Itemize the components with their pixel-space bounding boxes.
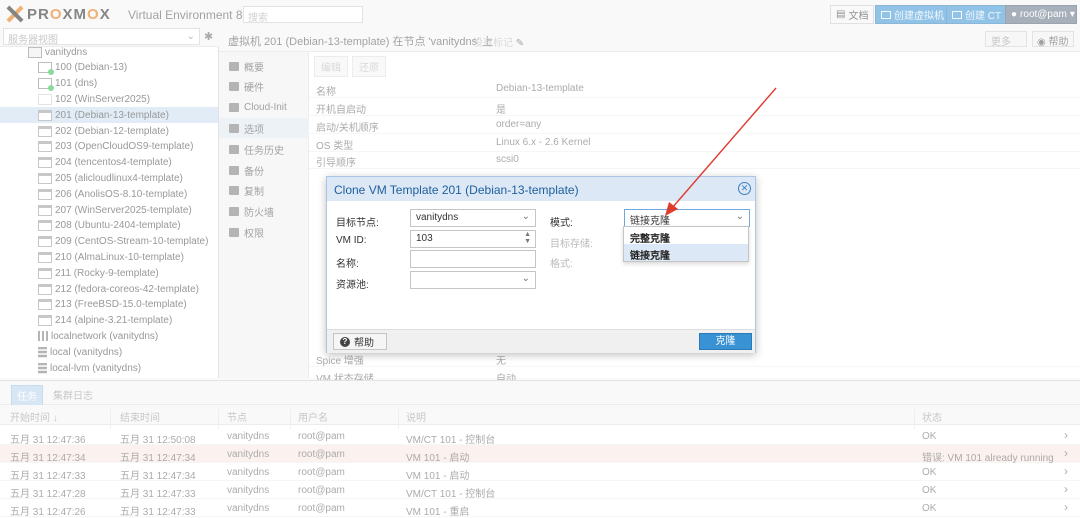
close-icon[interactable]: ✕ xyxy=(738,182,751,195)
target-node-label: 目标节点: xyxy=(336,218,379,229)
target-storage-label: 目标存储: xyxy=(550,239,593,250)
option-linked-clone[interactable]: 链接克隆 xyxy=(624,244,748,262)
pool-select[interactable]: ⌄ xyxy=(410,271,536,289)
target-node-value: vanitydns xyxy=(416,212,459,223)
dialog-header: Clone VM Template 201 (Debian-13-templat… xyxy=(327,177,755,201)
vmid-field[interactable]: 103 ▲ ▼ xyxy=(410,230,536,248)
chevron-down-icon: ⌄ xyxy=(521,211,530,222)
name-label: 名称: xyxy=(336,259,359,270)
clone-dialog: Clone VM Template 201 (Debian-13-templat… xyxy=(326,176,756,353)
dialog-title: Clone VM Template 201 (Debian-13-templat… xyxy=(334,183,579,197)
chevron-down-icon: ⌄ xyxy=(735,211,744,222)
mode-select[interactable]: 链接克隆 ⌄ xyxy=(624,209,750,227)
name-field[interactable] xyxy=(410,250,536,268)
mode-label: 模式: xyxy=(550,218,573,229)
spinner-icon[interactable]: ▲ ▼ xyxy=(524,231,531,245)
chevron-down-icon: ⌄ xyxy=(521,273,530,284)
help-label: 帮助 xyxy=(354,338,374,349)
dialog-footer: ? 帮助 克隆 xyxy=(327,329,755,353)
clone-mode-options: 完整克隆 链接克隆 xyxy=(623,226,749,262)
question-icon: ? xyxy=(340,336,350,347)
option-full-clone[interactable]: 完整克隆 xyxy=(624,227,748,245)
format-label: 格式: xyxy=(550,259,573,270)
target-node-select[interactable]: vanitydns ⌄ xyxy=(410,209,536,227)
pool-label: 资源池: xyxy=(336,280,369,291)
clone-button[interactable]: 克隆 xyxy=(699,333,752,350)
vmid-value: 103 xyxy=(416,233,433,244)
vmid-label: VM ID: xyxy=(336,235,367,246)
help-button[interactable]: ? 帮助 xyxy=(333,333,387,350)
